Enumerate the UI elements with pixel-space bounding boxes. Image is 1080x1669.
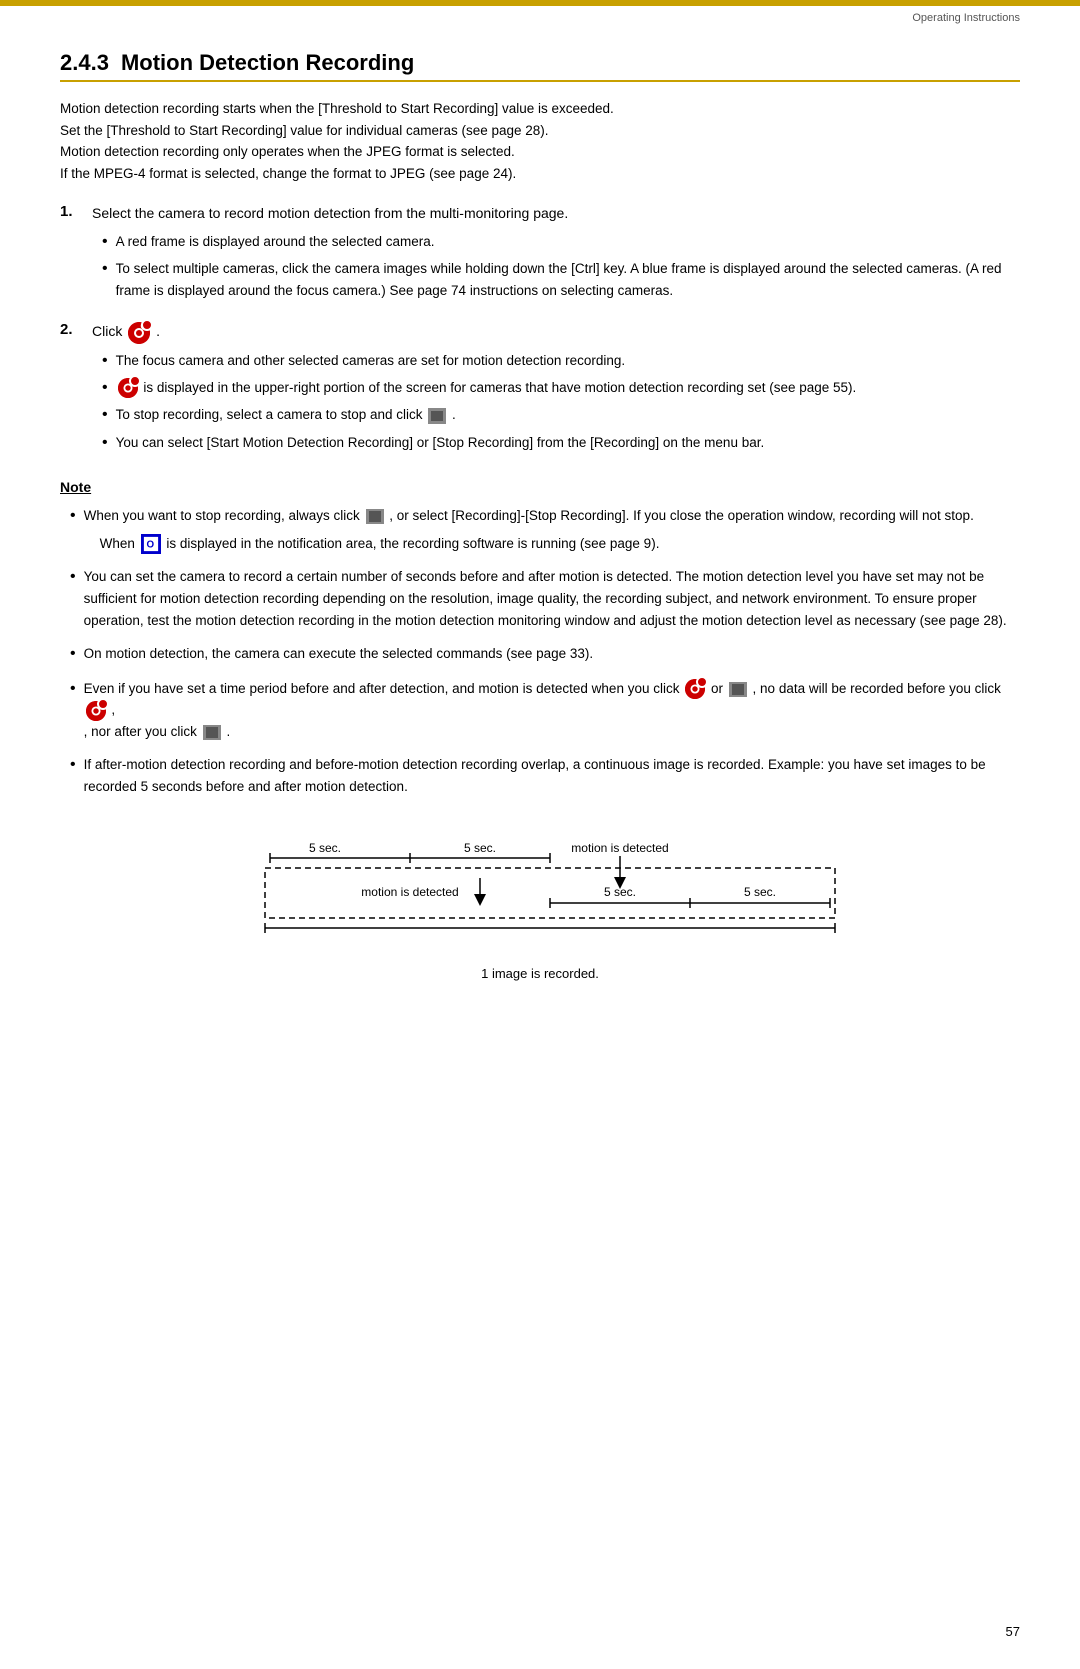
- svg-text:motion is detected: motion is detected: [361, 885, 458, 899]
- note-bullet-1-indented-text: is displayed in the notification area, t…: [166, 536, 659, 551]
- section-title-text: Motion Detection Recording: [121, 50, 414, 75]
- note-bullet-2-text: You can set the camera to record a certa…: [84, 566, 1020, 631]
- step-1-content: Select the camera to record motion detec…: [92, 202, 1020, 306]
- note-bullet-5-text: If after-motion detection recording and …: [84, 754, 1020, 797]
- page-number: 57: [1006, 1624, 1020, 1639]
- note-bullet-1-indented: When O is displayed in the notification …: [100, 533, 1020, 555]
- note-bullet-4-text: Even if you have set a time period befor…: [84, 678, 1020, 743]
- step-2-bullet-2: is displayed in the upper-right portion …: [102, 377, 1020, 399]
- note-bullet-3-text: On motion detection, the camera can exec…: [84, 643, 1020, 665]
- stop-icon-note1: [366, 509, 384, 524]
- note-bullet-2: You can set the camera to record a certa…: [70, 566, 1020, 631]
- step-2-bullet-2-text: is displayed in the upper-right portion …: [116, 377, 1020, 399]
- step-2-number: 2.: [60, 321, 92, 338]
- note-bullet-1: When you want to stop recording, always …: [70, 505, 1020, 554]
- svg-text:5 sec.: 5 sec.: [744, 885, 776, 899]
- step-2-bullet-4: You can select [Start Motion Detection R…: [102, 432, 1020, 454]
- step-1-bullet-1-text: A red frame is displayed around the sele…: [116, 231, 1020, 253]
- motion-rec-icon: [128, 322, 150, 344]
- intro-line-3: Motion detection recording only operates…: [60, 144, 515, 159]
- top-bar: [0, 0, 1080, 6]
- note-bullet-1-text: When you want to stop recording, always …: [84, 505, 1020, 554]
- note-bullet-1-before: When you want to stop recording, always …: [84, 508, 360, 523]
- step-1-bullet-2: To select multiple cameras, click the ca…: [102, 258, 1020, 301]
- step-2-content: Click . The focus camera and other selec…: [92, 320, 1020, 459]
- step-2-main-prefix: Click: [92, 323, 122, 339]
- section-title: 2.4.3 Motion Detection Recording: [60, 50, 1020, 82]
- step-1-bullet-2-text: To select multiple cameras, click the ca…: [116, 258, 1020, 301]
- stop-icon: [428, 408, 446, 424]
- step-2-bullet-3-text: To stop recording, select a camera to st…: [116, 404, 1020, 426]
- svg-text:O: O: [146, 540, 154, 551]
- section-number: 2.4.3: [60, 50, 109, 75]
- notification-icon: O: [141, 534, 161, 554]
- note-section: Note When you want to stop recording, al…: [60, 479, 1020, 797]
- header-label: Operating Instructions: [912, 12, 1020, 24]
- svg-text:motion is detected: motion is detected: [571, 841, 668, 855]
- timeline-svg: 5 sec. 5 sec. motion is detected 5 sec. …: [240, 828, 840, 958]
- step-1-bullet-1: A red frame is displayed around the sele…: [102, 231, 1020, 253]
- intro-line-1: Motion detection recording starts when t…: [60, 101, 614, 116]
- motion-rec-icon-note4b: [86, 701, 106, 721]
- intro-line-2: Set the [Threshold to Start Recording] v…: [60, 123, 549, 138]
- intro-line-4: If the MPEG-4 format is selected, change…: [60, 166, 516, 181]
- note-title: Note: [60, 479, 1020, 495]
- intro-text: Motion detection recording starts when t…: [60, 98, 1020, 184]
- step-2-main: Click .: [92, 320, 1020, 343]
- note-bullet-1-after: , or select [Recording]-[Stop Recording]…: [389, 508, 974, 523]
- step-1-main: Select the camera to record motion detec…: [92, 202, 1020, 224]
- step-2-bullet-1-text: The focus camera and other selected came…: [116, 350, 1020, 372]
- timeline-diagram: 5 sec. 5 sec. motion is detected 5 sec. …: [240, 828, 840, 958]
- step-1-number: 1.: [60, 203, 92, 220]
- note-bullet-5: If after-motion detection recording and …: [70, 754, 1020, 797]
- step-2-main-suffix: .: [156, 323, 160, 339]
- stop-icon-note4b: [203, 725, 221, 740]
- motion-rec-icon-2: [118, 378, 138, 398]
- step-2-bullet-2-txt: is displayed in the upper-right portion …: [143, 380, 856, 395]
- stop-icon-note4: [729, 682, 747, 697]
- svg-text:5 sec.: 5 sec.: [464, 841, 496, 855]
- note-bullet-3: On motion detection, the camera can exec…: [70, 643, 1020, 665]
- step-1: 1. Select the camera to record motion de…: [60, 202, 1020, 306]
- step-2-bullet-3: To stop recording, select a camera to st…: [102, 404, 1020, 426]
- svg-text:5 sec.: 5 sec.: [604, 885, 636, 899]
- step-1-bullets: A red frame is displayed around the sele…: [102, 231, 1020, 302]
- step-2-bullet-1: The focus camera and other selected came…: [102, 350, 1020, 372]
- step-2: 2. Click . The focus came: [60, 320, 1020, 459]
- step-2-bullet-4-text: You can select [Start Motion Detection R…: [116, 432, 1020, 454]
- motion-rec-icon-note4a: [685, 679, 705, 699]
- svg-text:5 sec.: 5 sec.: [309, 841, 341, 855]
- note-bullet-4: Even if you have set a time period befor…: [70, 678, 1020, 743]
- note-bullets-list: When you want to stop recording, always …: [70, 505, 1020, 797]
- diagram-label: 1 image is recorded.: [240, 966, 840, 981]
- step-2-bullets: The focus camera and other selected came…: [102, 350, 1020, 455]
